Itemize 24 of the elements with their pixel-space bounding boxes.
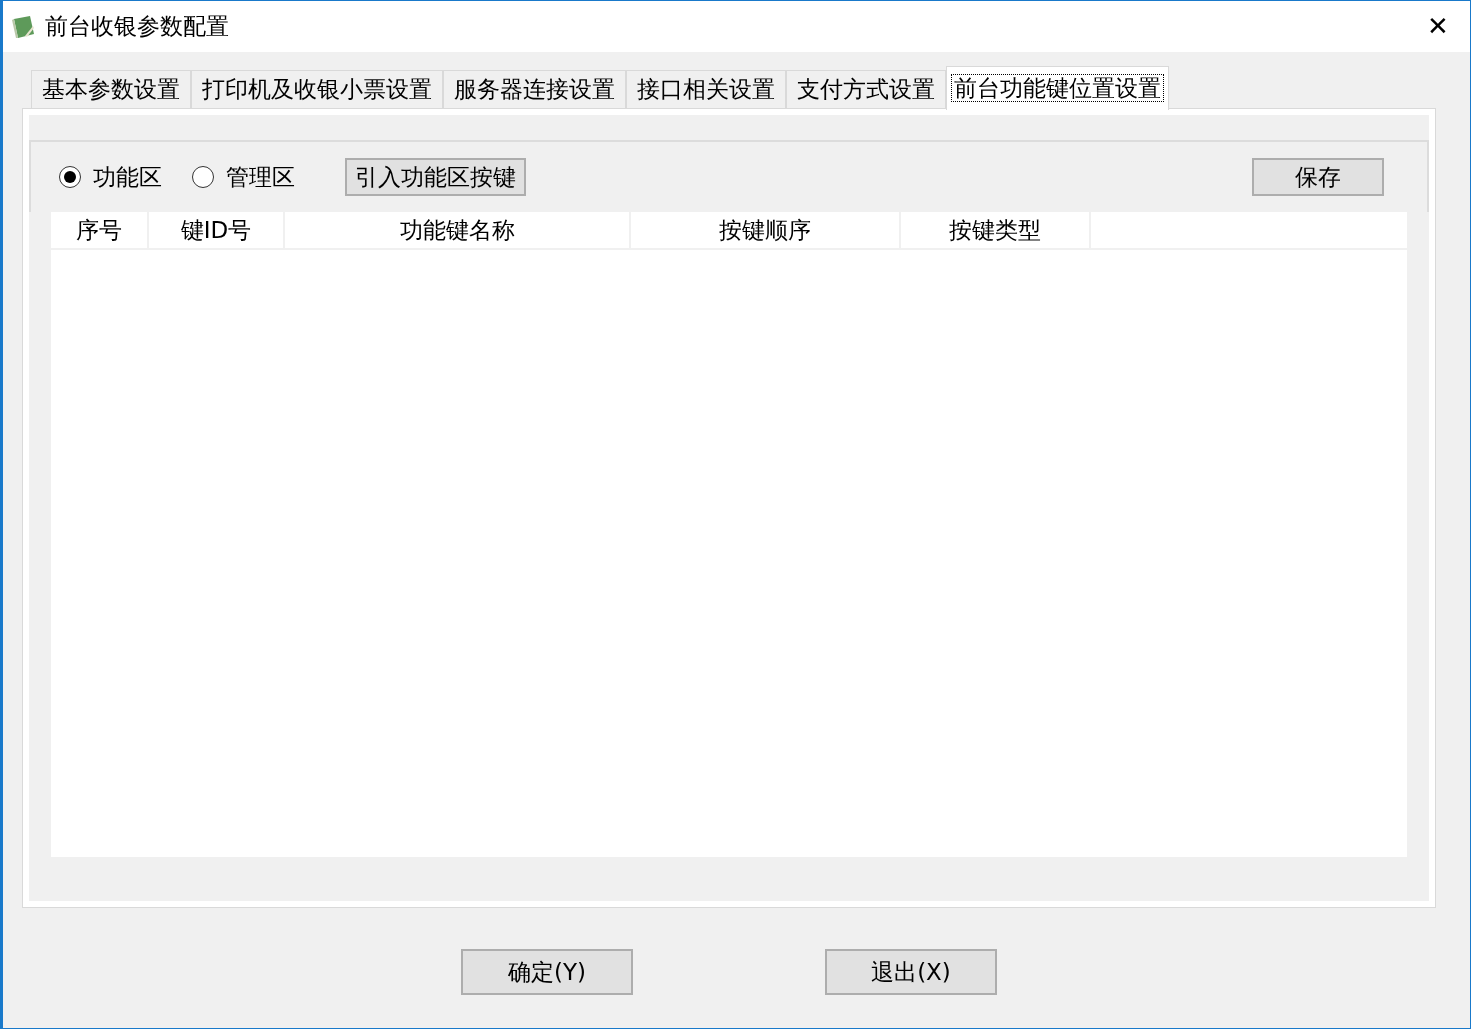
radio-circle[interactable] — [59, 166, 81, 188]
tab[interactable]: 基本参数设置 — [31, 70, 191, 108]
window-title: 前台收银参数配置 — [45, 12, 229, 41]
dialog-button[interactable]: 退出(X) — [825, 949, 997, 995]
radio-button[interactable]: 管理区 — [192, 161, 295, 193]
import-button[interactable]: 引入功能区按键 — [345, 158, 526, 196]
tab[interactable]: 服务器连接设置 — [443, 70, 626, 108]
radio-circle[interactable] — [192, 166, 214, 188]
radio-label: 管理区 — [226, 162, 295, 192]
column-header[interactable]: 按键类型 — [901, 212, 1091, 248]
column-header[interactable]: 功能键名称 — [285, 212, 631, 248]
radio-button[interactable]: 功能区 — [59, 161, 162, 193]
tab[interactable]: 接口相关设置 — [626, 70, 786, 108]
column-header[interactable]: 键ID号 — [149, 212, 285, 248]
column-header[interactable]: 序号 — [51, 212, 149, 248]
tab[interactable]: 打印机及收银小票设置 — [191, 70, 443, 108]
save-button[interactable]: 保存 — [1252, 158, 1384, 196]
tab[interactable]: 前台功能键位置设置 — [946, 66, 1169, 110]
notebook-icon — [11, 13, 37, 40]
close-button[interactable]: ✕ — [1406, 1, 1470, 52]
column-header[interactable]: 按键顺序 — [631, 212, 901, 248]
dialog-button[interactable]: 确定(Y) — [461, 949, 633, 995]
tab[interactable]: 支付方式设置 — [786, 70, 946, 108]
radio-label: 功能区 — [93, 162, 162, 192]
